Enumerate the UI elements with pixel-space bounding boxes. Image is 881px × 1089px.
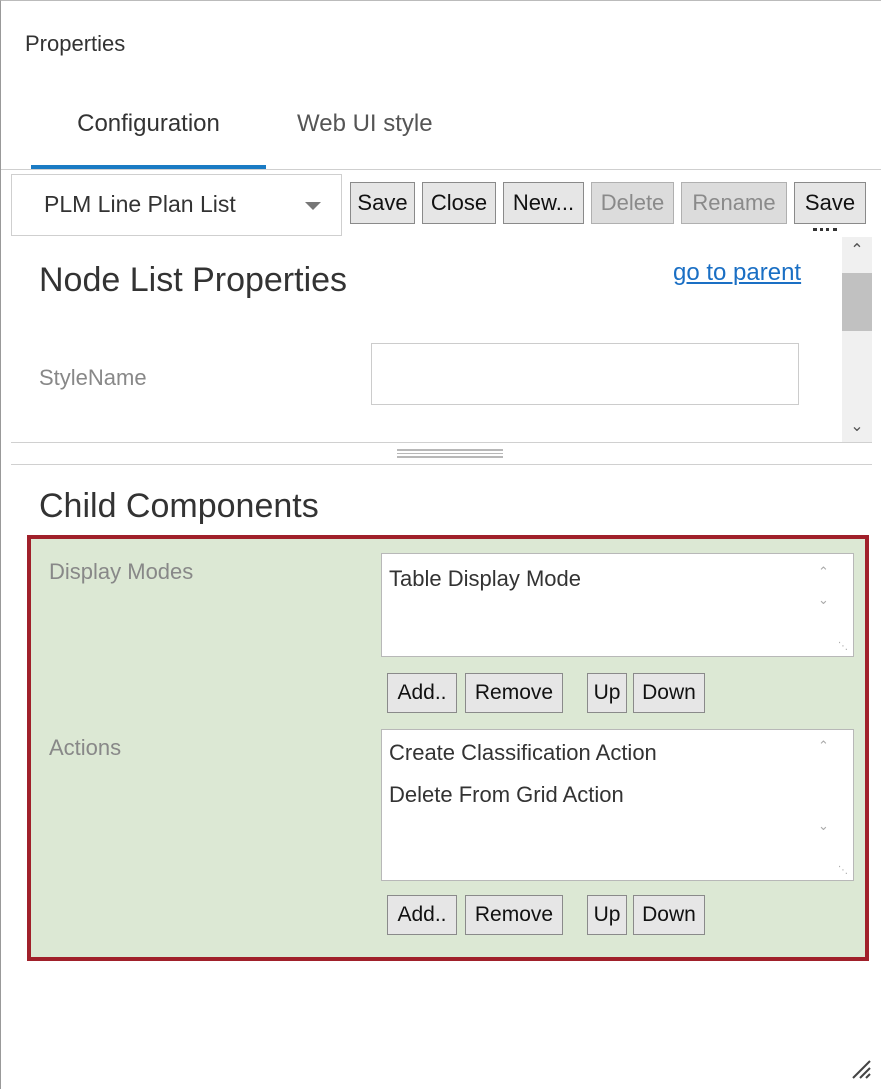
chevron-down-icon — [305, 202, 321, 210]
splitter[interactable] — [11, 443, 872, 465]
overflow-indicator — [813, 228, 837, 236]
tab-configuration[interactable]: Configuration — [31, 105, 266, 169]
actions-remove-button[interactable]: Remove — [465, 895, 563, 935]
properties-scrollbar[interactable]: ⌃ ⌄ — [842, 237, 872, 442]
toolbar: PLM Line Plan List Save Close New... Del… — [1, 169, 881, 237]
child-components-heading: Child Components — [39, 487, 319, 525]
tab-web-ui-style[interactable]: Web UI style — [297, 105, 433, 169]
go-to-parent-link[interactable]: go to parent — [673, 259, 801, 287]
actions-add-button[interactable]: Add.. — [387, 895, 457, 935]
scroll-up-icon[interactable]: ⌃ — [842, 239, 872, 263]
actions-list[interactable]: Create Classification Action Delete From… — [381, 729, 854, 881]
stylename-label: StyleName — [39, 365, 147, 390]
stylename-input[interactable] — [371, 343, 799, 405]
new-button[interactable]: New... — [503, 182, 584, 224]
save-button[interactable]: Save — [350, 182, 415, 224]
scroll-down-icon[interactable]: ⌄ — [818, 592, 829, 608]
list-item[interactable]: Delete From Grid Action — [389, 782, 624, 808]
style-select[interactable]: PLM Line Plan List — [11, 174, 342, 236]
actions-label: Actions — [49, 735, 122, 760]
scroll-down-icon[interactable]: ⌄ — [818, 818, 829, 834]
resize-grip-icon[interactable]: ⋱ — [838, 642, 850, 654]
display-modes-label: Display Modes — [49, 559, 194, 584]
scroll-up-icon[interactable]: ⌃ — [818, 738, 829, 754]
panel-title: Properties — [25, 31, 126, 56]
scroll-down-icon[interactable]: ⌄ — [842, 415, 872, 439]
resize-grip-icon[interactable]: ⋱ — [838, 866, 850, 878]
actions-down-button[interactable]: Down — [633, 895, 705, 935]
tab-bar: Configuration Web UI style — [31, 105, 876, 169]
close-button[interactable]: Close — [422, 182, 496, 224]
scroll-up-icon[interactable]: ⌃ — [818, 564, 829, 580]
splitter-grip-icon[interactable] — [397, 449, 503, 458]
display-modes-up-button[interactable]: Up — [587, 673, 627, 713]
resize-corner-icon[interactable] — [849, 1057, 871, 1079]
display-modes-down-button[interactable]: Down — [633, 673, 705, 713]
list-item[interactable]: Table Display Mode — [389, 566, 581, 592]
display-modes-add-button[interactable]: Add.. — [387, 673, 457, 713]
node-list-properties-heading: Node List Properties — [39, 261, 348, 299]
save-as-button[interactable]: Save — [794, 182, 866, 224]
delete-button[interactable]: Delete — [591, 182, 674, 224]
node-list-properties-section: Node List Properties go to parent StyleN… — [11, 237, 872, 443]
actions-up-button[interactable]: Up — [587, 895, 627, 935]
properties-panel: Properties Configuration Web UI style PL… — [0, 0, 881, 1089]
scrollbar-thumb[interactable] — [842, 273, 872, 331]
display-modes-list[interactable]: Table Display Mode ⌃ ⌄ ⋱ — [381, 553, 854, 657]
list-item[interactable]: Create Classification Action — [389, 740, 657, 766]
style-select-value: PLM Line Plan List — [44, 191, 236, 217]
rename-button[interactable]: Rename — [681, 182, 787, 224]
child-components-box: Display Modes Table Display Mode ⌃ ⌄ ⋱ A… — [27, 535, 869, 961]
display-modes-remove-button[interactable]: Remove — [465, 673, 563, 713]
